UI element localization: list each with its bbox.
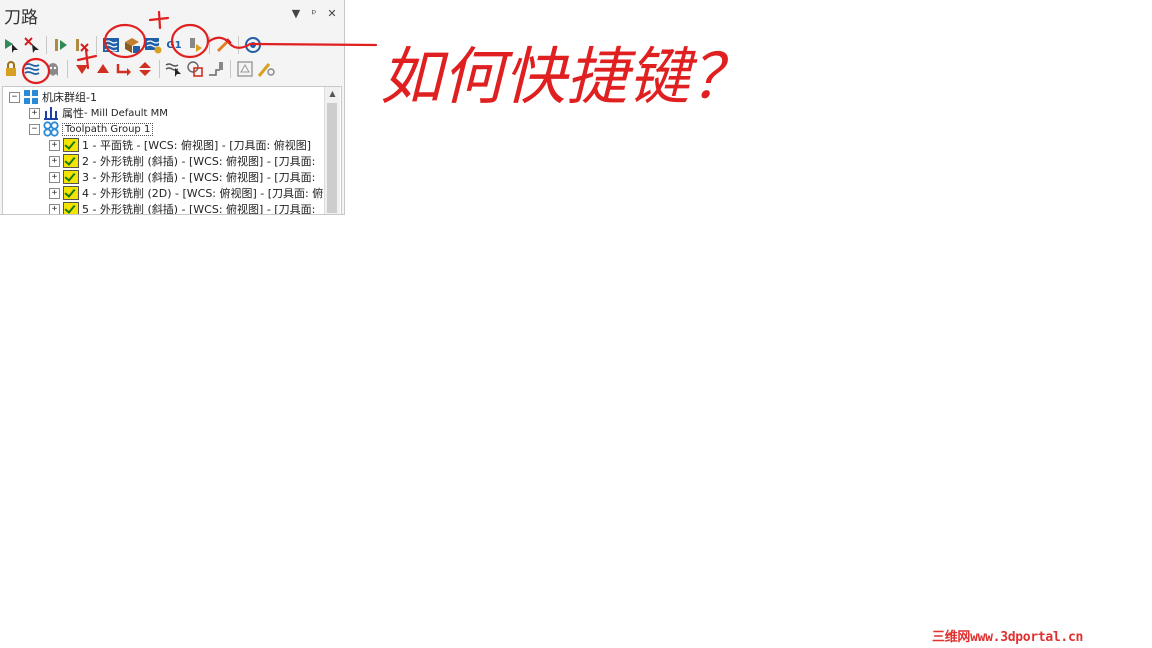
annotation-question-text: 如何快捷键？ bbox=[380, 40, 752, 113]
annotation-plus bbox=[76, 48, 98, 70]
annotation-circle bbox=[103, 23, 147, 59]
handwritten-annotation: 如何快捷键？ bbox=[21, 10, 752, 113]
annotation-circle bbox=[170, 23, 210, 59]
watermark-text: 三维网www.3dportal.cn bbox=[932, 630, 1084, 645]
annotation-connector bbox=[206, 36, 378, 49]
annotation-plus bbox=[148, 10, 170, 30]
annotation-circle bbox=[21, 57, 51, 85]
